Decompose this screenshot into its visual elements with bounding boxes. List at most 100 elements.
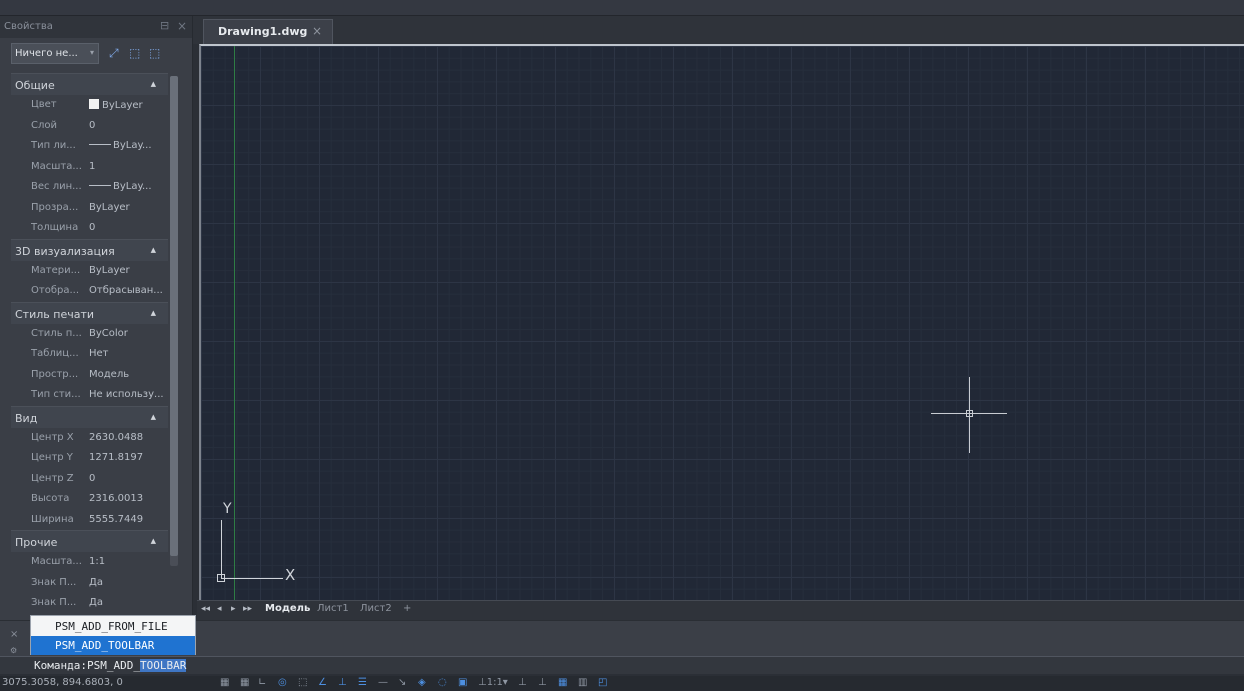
tab-sheet2[interactable]: Лист2 — [360, 603, 392, 614]
property-value-cell[interactable]: ByLayer — [89, 99, 169, 111]
property-row[interactable]: Центр X 2630.0488 — [11, 428, 168, 449]
select-objects-icon[interactable]: ⬚ — [129, 46, 143, 60]
selection-dropdown[interactable]: Ничего не... ▾ — [11, 43, 99, 64]
first-tab-button[interactable]: ◂◂ — [201, 604, 210, 614]
property-value-cell[interactable]: ByLay... — [89, 140, 169, 151]
property-value: Да — [89, 597, 103, 608]
workspace-icon[interactable]: ⊥ — [538, 677, 547, 688]
property-row[interactable]: Ширина 5555.7449 — [11, 510, 168, 531]
property-value-cell[interactable]: ByLay... — [89, 181, 169, 192]
close-icon[interactable]: × — [177, 19, 187, 33]
collapse-caret-icon[interactable]: ▲ — [151, 309, 156, 317]
property-row[interactable]: Цвет ByLayer — [11, 95, 168, 116]
property-row[interactable]: Матери... ByLayer — [11, 261, 168, 282]
section-header[interactable]: Общие ▲ — [11, 73, 168, 95]
property-row[interactable]: Тип ли... ByLay... — [11, 136, 168, 157]
snap-icon[interactable]: ▦ — [240, 677, 249, 688]
property-value-cell[interactable]: 0 — [89, 120, 169, 131]
property-value: ByLay... — [113, 181, 152, 192]
collapse-caret-icon[interactable]: ▲ — [151, 413, 156, 421]
property-row[interactable]: Простр... Модель — [11, 365, 168, 386]
property-value-cell[interactable]: 0 — [89, 473, 169, 484]
property-row[interactable]: Высота 2316.0013 — [11, 489, 168, 510]
property-value-cell[interactable]: 5555.7449 — [89, 514, 169, 525]
annotation-visibility-icon[interactable]: ▣ — [458, 677, 467, 688]
command-prompt[interactable]: Команда:PSM_ADD_TOOLBAR — [34, 659, 187, 672]
pin-icon[interactable]: ⊟ — [160, 19, 169, 32]
osnap-icon[interactable]: ⊥ — [338, 677, 347, 688]
property-row[interactable]: Масшта... 1:1 — [11, 552, 168, 573]
clean-screen-icon[interactable]: ◰ — [598, 677, 607, 688]
property-value-cell[interactable]: 1 — [89, 161, 169, 172]
property-row[interactable]: Прозра... ByLayer — [11, 198, 168, 219]
section-header[interactable]: Прочие ▲ — [11, 530, 168, 552]
toggle-pickadd-icon[interactable]: ⤢ — [109, 46, 123, 60]
tab-sheet1[interactable]: Лист1 — [317, 603, 349, 614]
chevron-down-icon: ▾ — [89, 48, 94, 57]
dynamic-ucs-icon[interactable]: ◌ — [438, 677, 447, 688]
property-value-cell[interactable]: Не использу... — [89, 389, 169, 400]
customize-icon[interactable]: ⚙ — [10, 646, 17, 655]
command-line[interactable]: Команда:PSM_ADD_TOOLBAR — [0, 656, 1244, 674]
osnap-tracking-icon[interactable]: ∠ — [318, 677, 327, 688]
property-value-cell[interactable]: 0 — [89, 222, 169, 233]
tab-add[interactable]: + — [403, 603, 411, 614]
scroll-thumb[interactable] — [170, 76, 178, 556]
lineweight-icon[interactable]: ☰ — [358, 677, 367, 688]
property-value-cell[interactable]: Да — [89, 577, 169, 588]
property-value-cell[interactable]: ByLayer — [89, 202, 169, 213]
property-value-cell[interactable]: ByLayer — [89, 265, 169, 276]
collapse-caret-icon[interactable]: ▲ — [151, 246, 156, 254]
section-header[interactable]: 3D визуализация ▲ — [11, 238, 168, 261]
autocomplete-item-selected[interactable]: PSM_ADD_TOOLBAR — [31, 636, 195, 655]
property-row[interactable]: Толщина 0 — [11, 218, 168, 239]
property-value-cell[interactable]: Модель — [89, 369, 169, 380]
annotation-scale-add-icon[interactable]: ⊥ — [518, 677, 527, 688]
polar-icon[interactable]: ◎ — [278, 677, 287, 688]
prev-tab-button[interactable]: ◂ — [217, 604, 222, 614]
command-completion: TOOLBAR — [139, 659, 187, 672]
property-row[interactable]: Знак П... Да — [11, 593, 168, 614]
palette-scrollbar[interactable] — [170, 76, 178, 566]
autocomplete-item[interactable]: PSM_ADD_FROM_FILE — [31, 617, 195, 636]
property-value-cell[interactable]: 1:1 — [89, 556, 169, 567]
hardware-acceleration-icon[interactable]: ▥ — [578, 677, 587, 688]
property-value-cell[interactable]: ByColor — [89, 328, 169, 339]
property-value-cell[interactable]: 2630.0488 — [89, 432, 169, 443]
property-row[interactable]: Отобра... Отбрасыван... — [11, 281, 168, 302]
tab-model[interactable]: Модель — [265, 603, 310, 614]
property-value-cell[interactable]: 2316.0013 — [89, 493, 169, 504]
isodraft-icon[interactable]: ⬚ — [298, 677, 307, 688]
transparency-icon[interactable]: — — [378, 677, 388, 688]
ortho-icon[interactable]: ∟ — [258, 677, 266, 688]
isolate-objects-icon[interactable]: ▦ — [558, 677, 567, 688]
next-tab-button[interactable]: ▸ — [231, 604, 236, 614]
property-row[interactable]: Тип сти... Не использу... — [11, 385, 168, 406]
last-tab-button[interactable]: ▸▸ — [243, 604, 252, 614]
annotation-scale-icon[interactable]: ⊥1:1▾ — [478, 677, 508, 688]
3d-osnap-icon[interactable]: ◈ — [418, 677, 426, 688]
property-row[interactable]: Стиль п... ByColor — [11, 324, 168, 345]
drawing-canvas[interactable]: Y X — [199, 44, 1244, 602]
collapse-caret-icon[interactable]: ▲ — [151, 537, 156, 545]
property-row[interactable]: Центр Y 1271.8197 — [11, 448, 168, 469]
close-command-icon[interactable]: × — [10, 629, 18, 640]
property-row[interactable]: Вес лин... ByLay... — [11, 177, 168, 198]
property-row[interactable]: Знак П... Да — [11, 573, 168, 594]
property-value-cell[interactable]: Отбрасыван... — [89, 285, 169, 296]
quick-select-icon[interactable]: ⬚ — [149, 46, 163, 60]
property-row[interactable]: Таблиц... Нет — [11, 344, 168, 365]
section-header[interactable]: Стиль печати ▲ — [11, 301, 168, 324]
selection-cycling-icon[interactable]: ↘ — [398, 677, 406, 688]
property-value-cell[interactable]: Нет — [89, 348, 169, 359]
property-row[interactable]: Центр Z 0 — [11, 469, 168, 490]
property-value-cell[interactable]: Да — [89, 597, 169, 608]
section-header[interactable]: Вид ▲ — [11, 405, 168, 428]
collapse-caret-icon[interactable]: ▲ — [151, 80, 156, 88]
document-tab[interactable]: Drawing1.dwg × — [203, 19, 333, 44]
close-tab-icon[interactable]: × — [312, 24, 322, 38]
property-row[interactable]: Слой 0 — [11, 116, 168, 137]
grid-icon[interactable]: ▦ — [220, 677, 229, 688]
property-row[interactable]: Масшта... 1 — [11, 157, 168, 178]
property-value-cell[interactable]: 1271.8197 — [89, 452, 169, 463]
